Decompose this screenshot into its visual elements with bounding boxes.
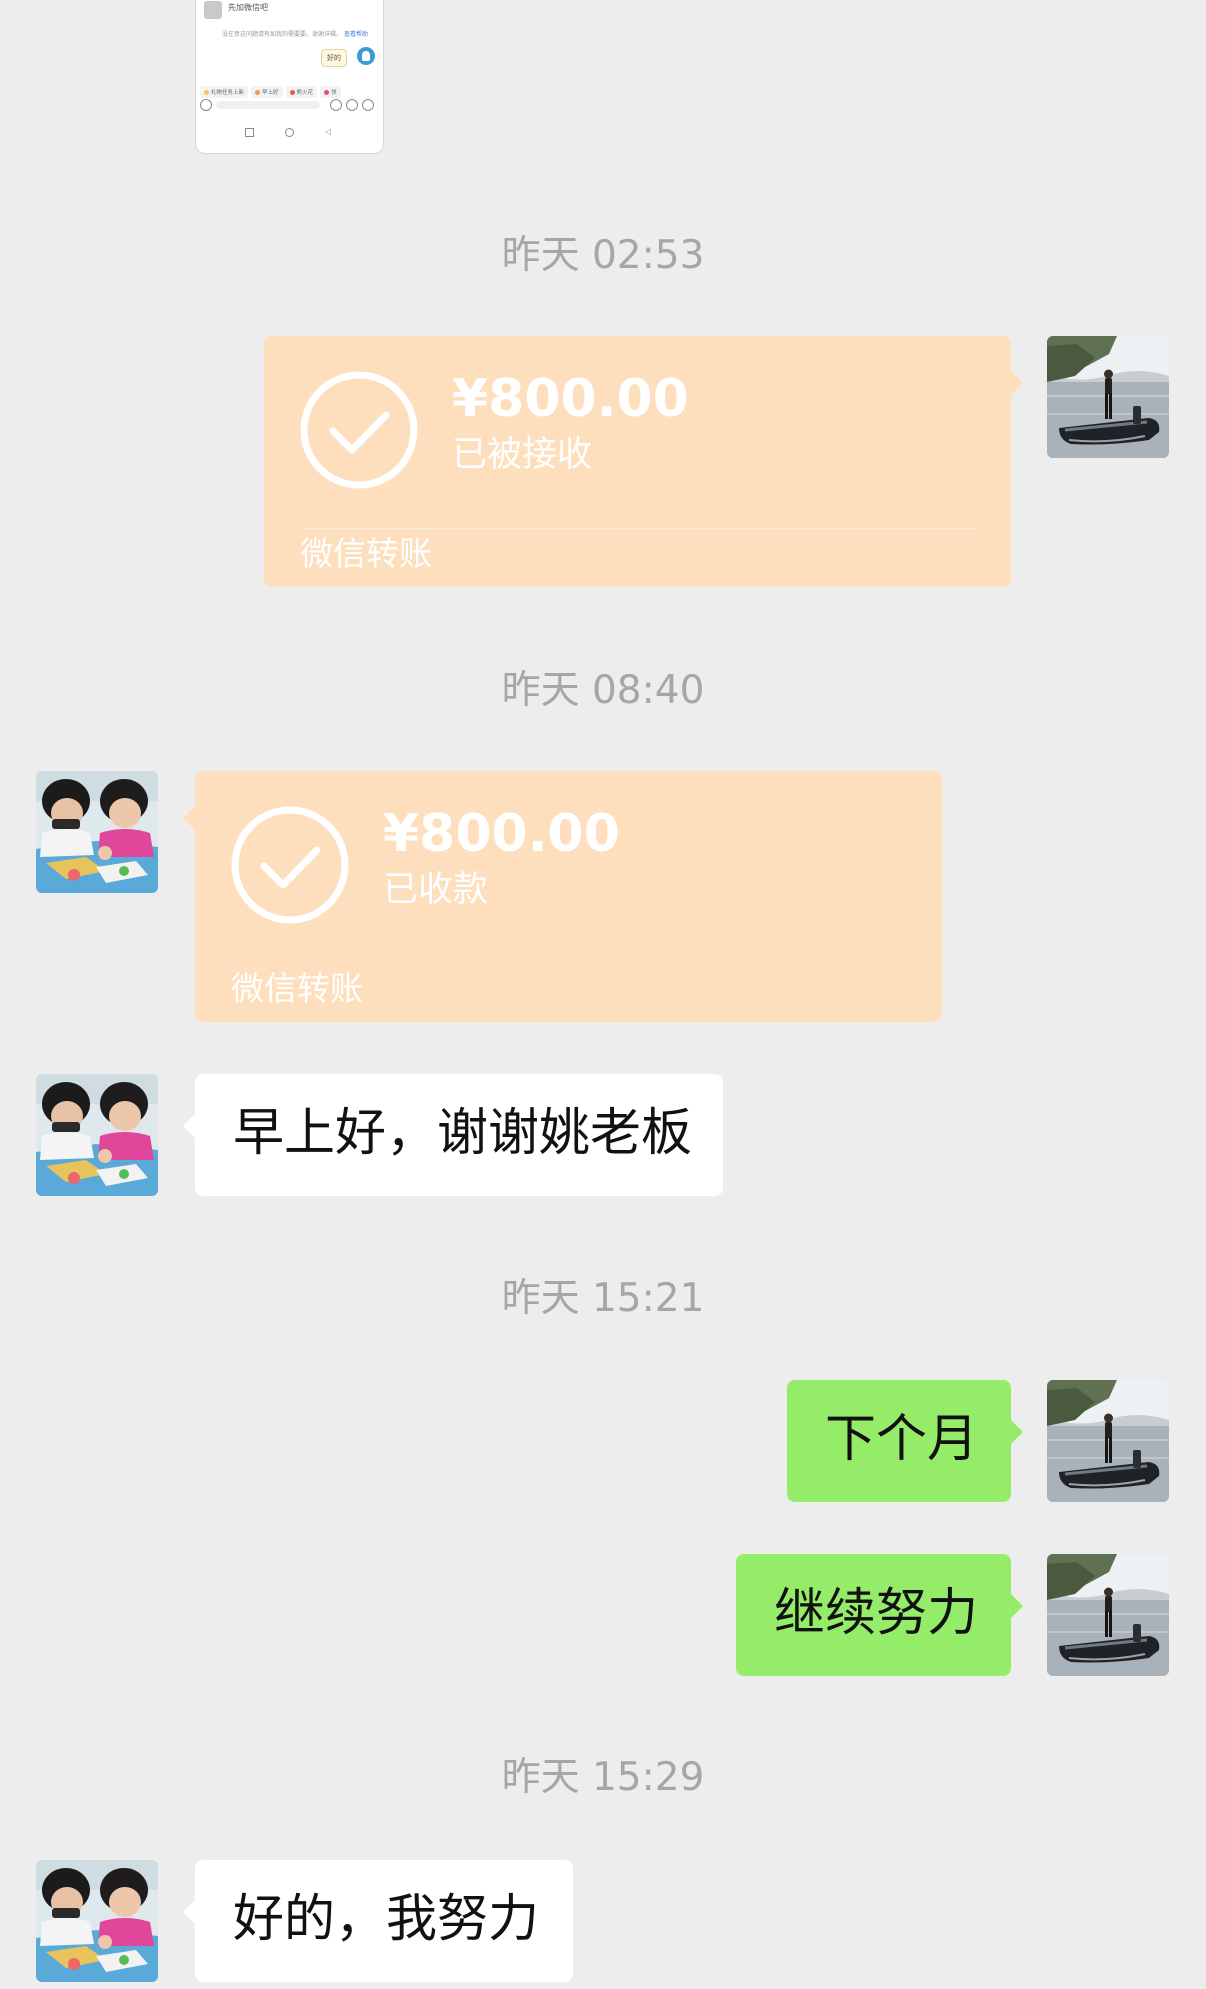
shared-screenshot-thumbnail[interactable]: 先加微信吧 没在意这问题请有如我的需要要。谢谢详辑。 查看帮助 好的 礼物任务上… xyxy=(195,0,384,154)
message-text: 早上好，谢谢姚老板 xyxy=(233,1104,693,1163)
back-icon: ◁ xyxy=(325,127,332,136)
thumbnail-nav-bar: ◁ xyxy=(196,125,383,139)
check-circle-icon xyxy=(231,806,349,924)
thumbnail-input-bar xyxy=(200,99,378,113)
thumbnail-input-field xyxy=(216,101,320,109)
transfer-status: 已收款 xyxy=(383,870,489,910)
bubble-tail xyxy=(1011,1594,1023,1618)
message-bubble-sent[interactable]: 继续努力 xyxy=(736,1554,1023,1676)
check-circle-icon xyxy=(300,371,418,489)
fire-icon xyxy=(289,90,295,95)
bubble-tail xyxy=(1011,1420,1023,1444)
thumbnail-text-line: 没在意这问题请有如我的需要要。谢谢详辑。 查看帮助 xyxy=(222,29,368,38)
star-icon xyxy=(204,90,209,95)
transfer-status: 已被接收 xyxy=(452,435,593,475)
thumbnail-bot-icon xyxy=(357,47,375,65)
heart-icon xyxy=(324,90,330,95)
smile-icon xyxy=(255,90,261,95)
recent-apps-icon xyxy=(245,128,254,137)
transfer-card-sent[interactable]: ¥800.00 已被接收 微信转账 xyxy=(264,336,1023,587)
transfer-label: 微信转账 xyxy=(231,969,363,1008)
my-avatar[interactable] xyxy=(1047,1554,1169,1676)
message-text: 继续努力 xyxy=(774,1584,979,1643)
bubble-tail xyxy=(183,806,195,830)
thumbnail-link: 查看帮助 xyxy=(343,31,368,38)
thumbnail-chip: 领 xyxy=(320,86,341,98)
timestamp: 昨天 15:29 xyxy=(501,1755,705,1800)
contact-avatar[interactable] xyxy=(36,771,158,893)
transfer-card-received[interactable]: ¥800.00 已收款 微信转账 xyxy=(183,771,942,1022)
my-avatar[interactable] xyxy=(1047,1380,1169,1502)
message-bubble-received[interactable]: 好的，我努力 xyxy=(183,1860,573,1982)
home-icon xyxy=(285,128,294,137)
transfer-amount: ¥800.00 xyxy=(383,804,620,864)
timestamp: 昨天 02:53 xyxy=(501,233,705,278)
transfer-amount: ¥800.00 xyxy=(452,369,689,429)
contact-avatar[interactable] xyxy=(36,1860,158,1982)
message-text: 下个月 xyxy=(825,1410,979,1469)
thumbnail-chip: 早上好 xyxy=(251,86,283,98)
transfer-label: 微信转账 xyxy=(300,534,432,573)
my-avatar[interactable] xyxy=(1047,336,1169,458)
thumbnail-title: 先加微信吧 xyxy=(228,3,268,12)
timestamp: 昨天 08:40 xyxy=(501,668,705,713)
thumbnail-avatar xyxy=(204,1,222,19)
message-bubble-sent[interactable]: 下个月 xyxy=(787,1380,1023,1502)
voice-icon xyxy=(200,99,212,111)
thumbnail-chip: 熊火花 xyxy=(285,86,318,98)
gift-icon xyxy=(346,99,358,111)
plus-icon xyxy=(362,99,374,111)
bubble-tail xyxy=(183,1114,195,1138)
timestamp: 昨天 15:21 xyxy=(501,1276,705,1321)
contact-avatar[interactable] xyxy=(36,1074,158,1196)
thumbnail-chip-row: 礼物任务上新 早上好 熊火花领 xyxy=(200,79,344,98)
message-bubble-received[interactable]: 早上好，谢谢姚老板 xyxy=(183,1074,723,1196)
transfer-divider xyxy=(300,528,975,529)
thumbnail-line-text: 没在意这问题请有如我的需要要。谢谢详辑。 xyxy=(222,31,343,38)
thumbnail-reply-bubble: 好的 xyxy=(321,49,347,67)
bubble-tail xyxy=(183,1900,195,1924)
emoji-icon xyxy=(330,99,342,111)
bubble-tail xyxy=(1011,371,1023,395)
message-text: 好的，我努力 xyxy=(233,1890,540,1949)
thumbnail-chip: 礼物任务上新 xyxy=(200,86,249,98)
